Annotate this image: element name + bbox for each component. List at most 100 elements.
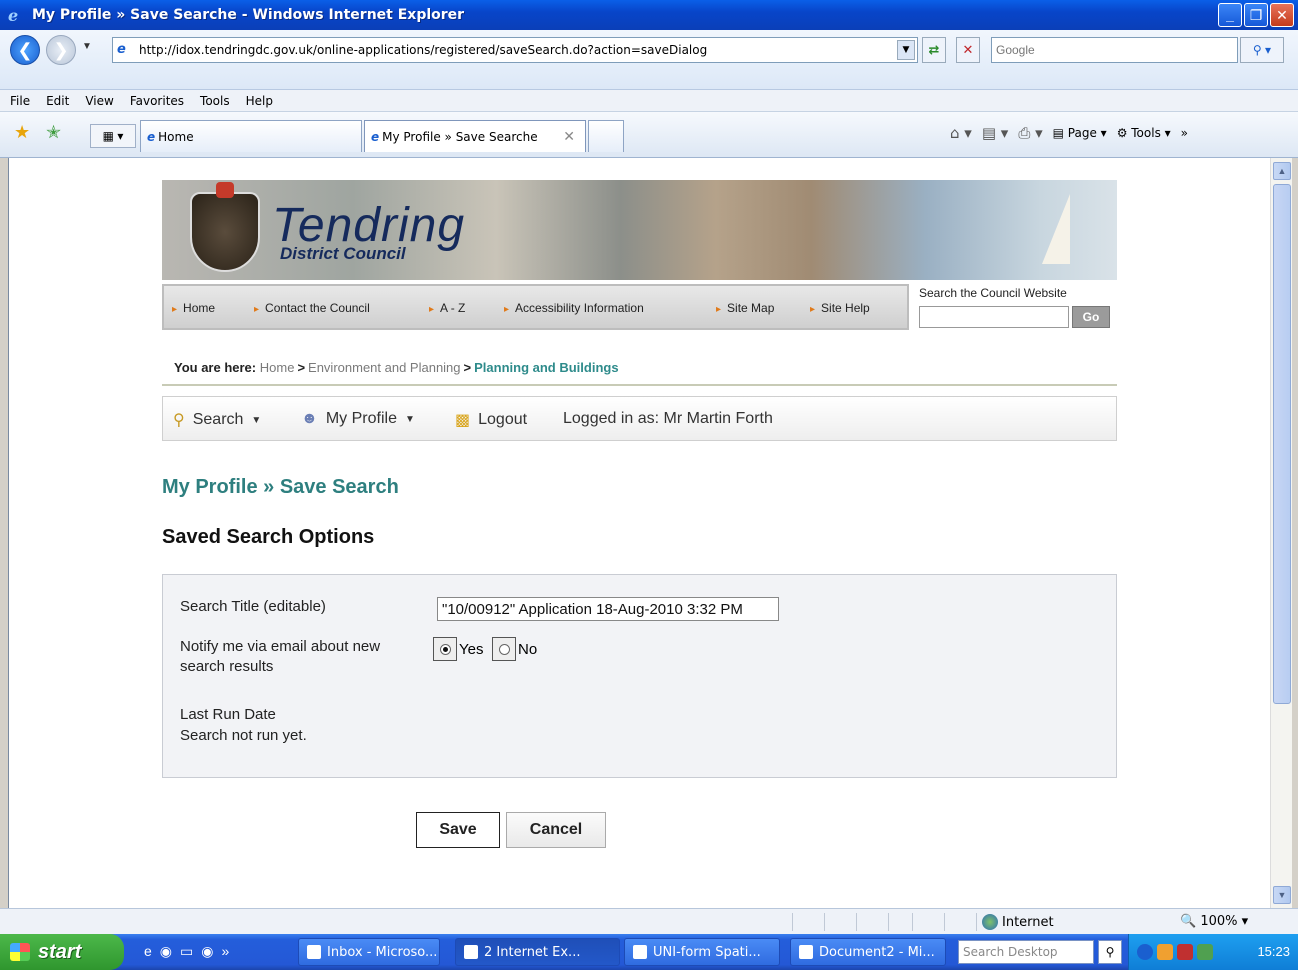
scroll-up-icon[interactable]: ▲ bbox=[1273, 162, 1291, 180]
status-bar: Internet 🔍 100% ▾ bbox=[0, 908, 1298, 934]
app-quicklaunch-icon[interactable]: ◉ bbox=[201, 943, 213, 960]
notify-no-radio[interactable]: No bbox=[492, 637, 537, 661]
command-bar: ⌂ ▾ ▤ ▾ ⎙ ▾ ▤ Page ▾ ⚙ Tools ▾ » bbox=[950, 124, 1188, 142]
nav-accessibility[interactable]: Accessibility Information bbox=[504, 301, 644, 315]
window-title-bar[interactable]: e My Profile » Save Searche - Windows In… bbox=[0, 0, 1298, 30]
start-button[interactable]: start bbox=[0, 934, 124, 970]
menu-file[interactable]: File bbox=[10, 94, 30, 108]
outlook-quicklaunch-icon[interactable]: ◉ bbox=[160, 943, 172, 960]
desktop-search-button[interactable]: ⚲ bbox=[1098, 940, 1122, 964]
tray-arrow-icon[interactable] bbox=[1137, 944, 1153, 960]
nav-a-z[interactable]: A - Z bbox=[429, 301, 465, 315]
site-search-go-button[interactable]: Go bbox=[1072, 306, 1110, 328]
stop-button[interactable]: ✕ bbox=[956, 37, 980, 63]
sail-image bbox=[1042, 194, 1070, 264]
gear-icon: ⚙ bbox=[1116, 126, 1132, 140]
menu-edit[interactable]: Edit bbox=[46, 94, 69, 108]
print-icon[interactable]: ⎙ ▾ bbox=[1018, 124, 1042, 142]
feeds-icon[interactable]: ▤ ▾ bbox=[982, 124, 1008, 142]
quick-tabs-button[interactable]: ▦ ▾ bbox=[90, 124, 136, 148]
magnifier-icon: ⚲ bbox=[1105, 945, 1115, 959]
task-inbox[interactable]: Inbox - Microso... bbox=[298, 938, 440, 966]
nav-site-help[interactable]: Site Help bbox=[810, 301, 870, 315]
chevron-more-icon[interactable]: » bbox=[1181, 126, 1188, 140]
task-document2[interactable]: Document2 - Mi... bbox=[790, 938, 946, 966]
tab-label: Home bbox=[158, 129, 194, 144]
breadcrumb-environment[interactable]: Environment and Planning bbox=[308, 360, 461, 375]
notify-yes-radio[interactable]: Yes bbox=[433, 637, 483, 661]
radio-unselected-icon bbox=[498, 643, 510, 655]
save-button[interactable]: Save bbox=[416, 812, 500, 848]
tab-home[interactable]: e Home bbox=[140, 120, 362, 152]
refresh-button[interactable]: ⇄ bbox=[922, 37, 946, 63]
back-button[interactable]: ❮ bbox=[10, 35, 40, 65]
forward-button[interactable]: ❯ bbox=[46, 35, 76, 65]
page-icon: e bbox=[117, 42, 126, 57]
breadcrumb-divider bbox=[162, 384, 1117, 386]
desktop-search-input[interactable]: Search Desktop bbox=[958, 940, 1094, 964]
browser-search-button[interactable]: ⚲ ▾ bbox=[1240, 37, 1284, 63]
site-search-label: Search the Council Website bbox=[919, 286, 1067, 300]
close-tab-icon[interactable]: ✕ bbox=[563, 129, 575, 145]
home-icon[interactable]: ⌂ ▾ bbox=[950, 124, 972, 142]
search-icon: ⚲ bbox=[173, 412, 185, 429]
menu-favorites[interactable]: Favorites bbox=[130, 94, 184, 108]
search-title-label: Search Title (editable) bbox=[180, 598, 326, 615]
close-button[interactable]: ✕ bbox=[1270, 3, 1294, 27]
tools-menu[interactable]: ⚙ Tools ▾ bbox=[1117, 126, 1171, 140]
breadcrumb-home[interactable]: Home bbox=[260, 360, 295, 375]
add-favorite-icon[interactable]: ✭ bbox=[46, 122, 61, 143]
ie-icon bbox=[464, 945, 478, 959]
new-tab-button[interactable] bbox=[588, 120, 624, 152]
logout-link[interactable]: ▩ Logout bbox=[455, 410, 527, 430]
tab-bar: ★ ✭ ▦ ▾ e Home e My Profile » Save Searc… bbox=[0, 112, 1298, 158]
stop-icon: ✕ bbox=[962, 42, 974, 57]
tray-outlook-icon[interactable] bbox=[1157, 944, 1173, 960]
task-uni-form[interactable]: UNI-form Spati... bbox=[624, 938, 780, 966]
desktop-quicklaunch-icon[interactable]: ▭ bbox=[180, 943, 193, 960]
scroll-thumb[interactable] bbox=[1273, 184, 1291, 704]
history-dropdown-icon[interactable]: ▼ bbox=[82, 41, 92, 52]
tray-network-icon[interactable] bbox=[1197, 944, 1213, 960]
favorites-star-icon[interactable]: ★ bbox=[14, 122, 30, 143]
chevron-more-icon[interactable]: » bbox=[221, 943, 229, 960]
address-bar[interactable]: e http://idox.tendringdc.gov.uk/online-a… bbox=[112, 37, 918, 63]
window-controls: _ ❐ ✕ bbox=[1218, 3, 1294, 27]
scroll-down-icon[interactable]: ▼ bbox=[1273, 886, 1291, 904]
nav-site-map[interactable]: Site Map bbox=[716, 301, 774, 315]
word-icon bbox=[799, 945, 813, 959]
maximize-button[interactable]: ❐ bbox=[1244, 3, 1268, 27]
saved-search-form: Search Title (editable) Notify me via em… bbox=[162, 574, 1117, 778]
radio-selected-icon bbox=[439, 643, 451, 655]
menu-help[interactable]: Help bbox=[246, 94, 273, 108]
site-search-input[interactable] bbox=[919, 306, 1069, 328]
council-crest-logo bbox=[190, 182, 260, 272]
search-title-input[interactable] bbox=[437, 597, 779, 621]
ie-page-icon: e bbox=[147, 129, 156, 144]
zoom-level[interactable]: 🔍 100% ▾ bbox=[1180, 914, 1248, 929]
address-dropdown-icon[interactable]: ▼ bbox=[897, 40, 915, 60]
quick-tabs-icon: ▦ ▾ bbox=[102, 129, 124, 143]
nav-contact[interactable]: Contact the Council bbox=[254, 301, 370, 315]
tab-save-search[interactable]: e My Profile » Save Searche ✕ bbox=[364, 120, 586, 152]
window-icon bbox=[633, 945, 647, 959]
task-internet-explorer[interactable]: 2 Internet Ex... bbox=[455, 938, 620, 966]
page-menu[interactable]: ▤ Page ▾ bbox=[1053, 126, 1107, 140]
my-profile-menu[interactable]: ☻ My Profile ▼ bbox=[301, 410, 415, 428]
vertical-scrollbar[interactable]: ▲ ▼ bbox=[1270, 158, 1292, 908]
site-banner: Tendring District Council bbox=[162, 180, 1117, 280]
address-url: http://idox.tendringdc.gov.uk/online-app… bbox=[139, 43, 708, 57]
search-menu[interactable]: ⚲ Search ▼ bbox=[173, 410, 261, 430]
tray-antivirus-icon[interactable] bbox=[1177, 944, 1193, 960]
ie-quicklaunch-icon[interactable]: e bbox=[144, 943, 152, 960]
breadcrumb-planning[interactable]: Planning and Buildings bbox=[474, 360, 618, 375]
cancel-button[interactable]: Cancel bbox=[506, 812, 606, 848]
browser-search-input[interactable]: Google bbox=[991, 37, 1238, 63]
menu-bar: File Edit View Favorites Tools Help bbox=[0, 90, 1298, 112]
menu-view[interactable]: View bbox=[85, 94, 113, 108]
page-title: My Profile » Save Search bbox=[162, 476, 399, 498]
menu-tools[interactable]: Tools bbox=[200, 94, 230, 108]
nav-home[interactable]: Home bbox=[172, 301, 215, 315]
caret-down-icon: ▼ bbox=[251, 414, 262, 426]
minimize-button[interactable]: _ bbox=[1218, 3, 1242, 27]
